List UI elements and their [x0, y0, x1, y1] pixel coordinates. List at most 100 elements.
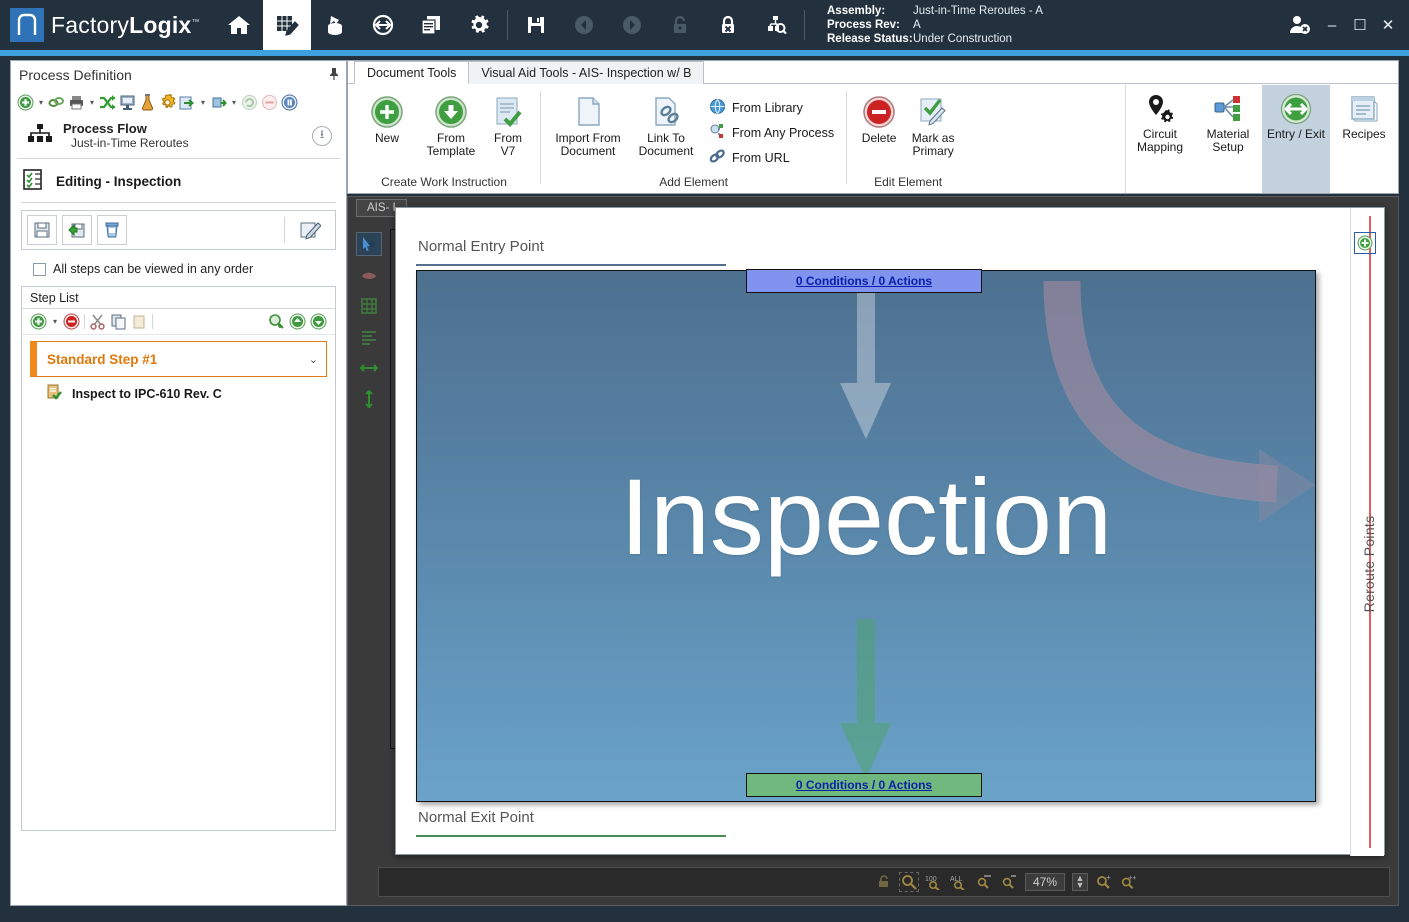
export-icon[interactable]	[179, 94, 196, 111]
delete-red-icon[interactable]	[63, 313, 80, 330]
step-document-item[interactable]: Inspect to IPC-610 Rev. C	[22, 377, 335, 404]
back-arrow-icon[interactable]	[560, 0, 608, 50]
normal-entry-point-label: Normal Entry Point	[418, 238, 544, 255]
dropdown-caret[interactable]: ▾	[51, 317, 59, 326]
entry-conditions-actions-label[interactable]: 0 Conditions / 0 Actions	[796, 274, 932, 288]
dropdown-caret-export[interactable]: ▾	[199, 98, 207, 107]
visual-aid-canvas[interactable]: Inspection	[416, 270, 1316, 802]
copy-icon[interactable]	[110, 313, 127, 330]
from-library-button[interactable]: From Library	[705, 97, 838, 119]
material-setup-button[interactable]: Material Setup	[1194, 85, 1262, 193]
gear-orange-icon[interactable]	[159, 94, 176, 111]
lock-zoom-icon[interactable]	[875, 873, 893, 891]
meta-value: Under Construction	[913, 32, 1012, 46]
minimize-button[interactable]: –	[1319, 12, 1345, 38]
data-collection-icon[interactable]	[311, 0, 359, 50]
exit-conditions-actions-label[interactable]: 0 Conditions / 0 Actions	[796, 778, 932, 792]
user-logout-icon[interactable]	[1283, 12, 1317, 38]
move-down-icon[interactable]	[310, 313, 327, 330]
from-any-process-button[interactable]: From Any Process	[705, 122, 838, 144]
group-add-element: Import From Document Link To Document Fr…	[541, 87, 846, 192]
link-to-document-button[interactable]: Link To Document	[629, 91, 703, 158]
save-step-button[interactable]	[27, 215, 57, 245]
link-chain-icon[interactable]	[48, 94, 65, 111]
from-template-button[interactable]: From Template	[420, 91, 482, 158]
discard-button[interactable]	[97, 215, 127, 245]
align-text-tool[interactable]	[357, 326, 381, 348]
zoom-height-icon[interactable]	[1000, 873, 1018, 891]
inspect-search-icon[interactable]	[752, 0, 800, 50]
shuffle-green-icon[interactable]	[99, 94, 116, 111]
monitor-icon[interactable]	[119, 94, 136, 111]
tab-document-tools[interactable]: Document Tools	[354, 61, 469, 84]
dropdown-caret[interactable]: ▾	[37, 98, 45, 107]
circuit-mapping-button[interactable]: Circuit Mapping	[1126, 85, 1194, 193]
mark-as-primary-button[interactable]: Mark as Primary	[905, 91, 961, 158]
edit-properties-button[interactable]	[290, 215, 330, 245]
home-icon[interactable]	[215, 0, 263, 50]
save-icon[interactable]	[512, 0, 560, 50]
chevron-down-icon[interactable]: ⌄	[309, 353, 318, 366]
zoom-spinner[interactable]: ▲▼	[1072, 873, 1088, 891]
recipes-button[interactable]: Recipes	[1330, 85, 1398, 193]
print-icon[interactable]	[68, 94, 85, 111]
circuit-mapping-caption: Circuit Mapping	[1137, 128, 1183, 154]
exit-conditions-actions-link[interactable]: 0 Conditions / 0 Actions	[746, 773, 982, 797]
divider	[84, 314, 85, 329]
from-v7-button[interactable]: From V7	[484, 91, 532, 158]
down-circle-icon[interactable]: ⭳	[312, 126, 332, 146]
entry-exit-button[interactable]: Entry / Exit	[1262, 85, 1330, 193]
process-flow-row[interactable]: Process Flow Just-in-Time Reroutes ⭳	[17, 115, 340, 159]
all-steps-any-order-checkbox[interactable]	[33, 263, 46, 276]
documents-icon[interactable]	[407, 0, 455, 50]
step-name: Standard Step #1	[47, 352, 309, 367]
pan-hand-tool[interactable]	[357, 264, 381, 286]
zoom-all-icon[interactable]: ALL	[950, 873, 968, 891]
process-definition-icon[interactable]	[263, 0, 311, 50]
flask-icon[interactable]	[139, 94, 156, 111]
settings-gear-icon[interactable]	[455, 0, 503, 50]
new-button[interactable]: New	[356, 91, 418, 145]
meta-row-process-rev: Process Rev: A	[827, 18, 1043, 32]
step-list-item[interactable]: Standard Step #1 ⌄	[30, 341, 327, 377]
from-url-button[interactable]: From URL	[705, 147, 838, 169]
zoom-selection-icon[interactable]	[900, 873, 918, 891]
add-green-plus-icon[interactable]	[17, 94, 34, 111]
move-up-icon[interactable]	[289, 313, 306, 330]
close-button[interactable]: ✕	[1375, 12, 1401, 38]
zoom-width-icon[interactable]	[975, 873, 993, 891]
import-icon[interactable]	[210, 94, 227, 111]
tab-visual-aid-tools[interactable]: Visual Aid Tools - AIS- Inspection w/ B	[468, 61, 704, 84]
grid-tool[interactable]	[357, 295, 381, 317]
lock-cancel-icon[interactable]	[704, 0, 752, 50]
zoom-add-icon[interactable]	[268, 313, 285, 330]
group-create-work-instruction: New From Template From V7 Create Work In…	[348, 87, 540, 192]
delete-disabled-icon	[261, 94, 278, 111]
zoom-in-icon[interactable]: ++	[1120, 873, 1138, 891]
import-from-document-button[interactable]: Import From Document	[549, 91, 627, 158]
entry-conditions-actions-link[interactable]: 0 Conditions / 0 Actions	[746, 269, 982, 293]
add-reroute-point-icon[interactable]	[1354, 232, 1376, 254]
zoom-out-icon[interactable]: +	[1095, 873, 1113, 891]
delete-button[interactable]: Delete	[855, 91, 903, 145]
cut-scissors-icon[interactable]	[89, 313, 106, 330]
meta-key: Process Rev:	[827, 18, 913, 32]
maximize-button[interactable]: ☐	[1347, 12, 1373, 38]
entry-exit-visual-aid-window: Normal Entry Point Inspection 0 Conditio…	[395, 207, 1385, 855]
distribute-vertical-tool[interactable]	[357, 388, 381, 410]
zoom-100-icon[interactable]: 100	[925, 873, 943, 891]
pause-icon[interactable]	[281, 94, 298, 111]
save-and-close-button[interactable]	[62, 215, 92, 245]
process-icon	[709, 123, 726, 143]
add-green-plus-icon[interactable]	[30, 313, 47, 330]
distribute-horizontal-tool[interactable]	[357, 357, 381, 379]
select-move-tool[interactable]	[357, 233, 381, 255]
dropdown-caret-print[interactable]: ▾	[88, 98, 96, 107]
toolbar-divider	[507, 10, 508, 40]
pin-icon[interactable]	[328, 67, 340, 84]
forward-arrow-icon[interactable]	[608, 0, 656, 50]
dropdown-caret-import[interactable]: ▾	[230, 98, 238, 107]
zoom-level-value[interactable]: 47%	[1025, 873, 1065, 891]
unlock-icon[interactable]	[656, 0, 704, 50]
routing-icon[interactable]	[359, 0, 407, 50]
